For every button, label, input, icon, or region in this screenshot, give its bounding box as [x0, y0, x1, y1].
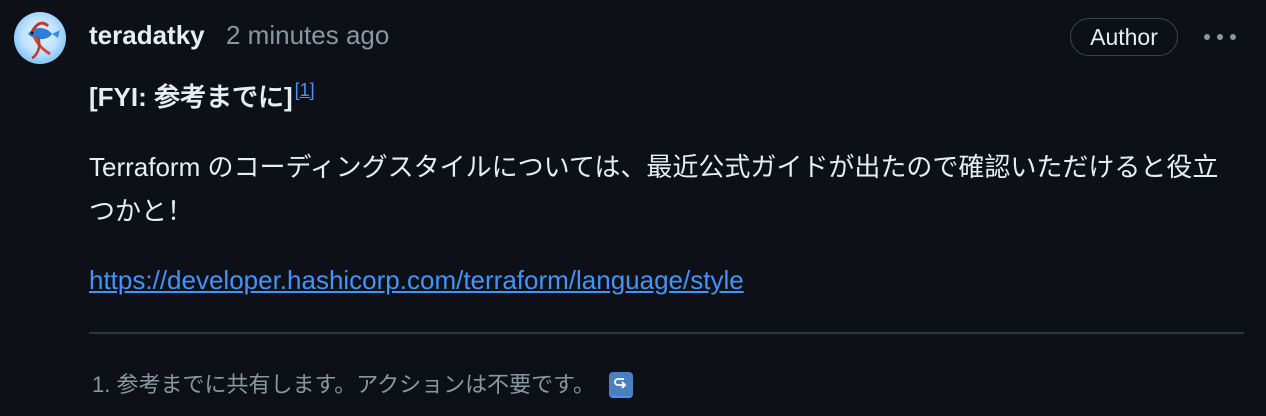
comment-heading: [FYI: 参考までに] [1]: [89, 70, 315, 117]
comment-author[interactable]: teradatky: [89, 18, 205, 52]
footnotes-divider: [89, 332, 1244, 334]
style-guide-link[interactable]: https://developer.hashicorp.com/terrafor…: [89, 260, 744, 300]
kebab-horizontal-icon[interactable]: [1197, 20, 1243, 54]
footnote-reference-link[interactable]: [1]: [295, 80, 315, 100]
comment-timestamp[interactable]: 2 minutes ago: [226, 18, 389, 52]
heading-text: [FYI: 参考までに]: [89, 82, 293, 112]
comment-body: Terraform のコーディングスタイルについては、最近公式ガイドが出たので確…: [89, 152, 1219, 226]
footnote-text: 1. 参考までに共有します。アクションは不要です。: [92, 372, 595, 397]
footnote-item: 1. 参考までに共有します。アクションは不要です。: [92, 368, 633, 402]
author-badge: Author: [1070, 18, 1178, 56]
return-arrow-icon[interactable]: [608, 372, 633, 398]
avatar[interactable]: [14, 12, 66, 64]
